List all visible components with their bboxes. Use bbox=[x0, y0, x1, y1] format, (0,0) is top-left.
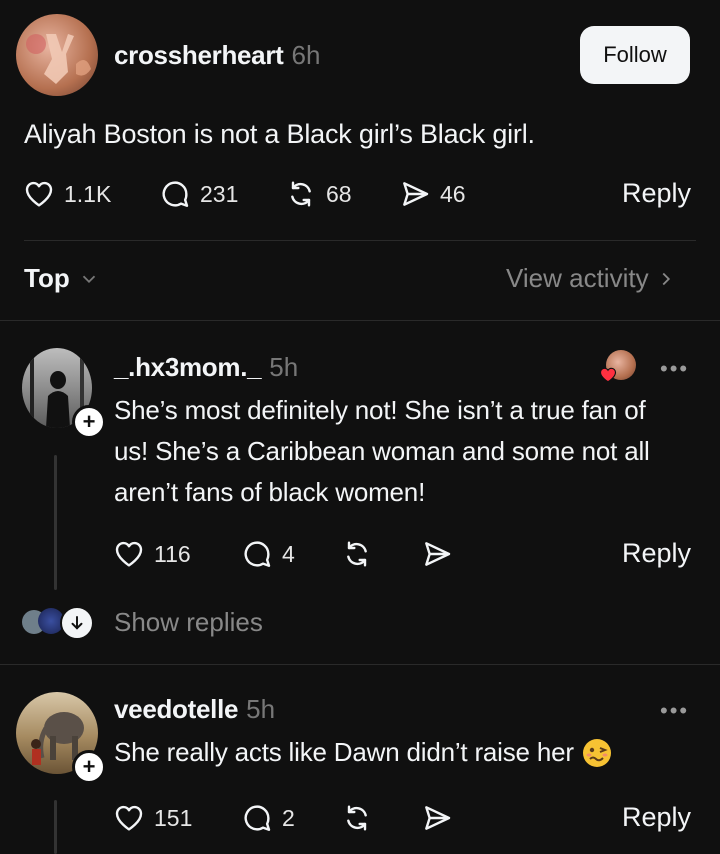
reply-comment-count: 2 bbox=[282, 804, 295, 831]
reply-like-button[interactable]: 116 bbox=[112, 538, 191, 570]
sort-label: Top bbox=[24, 263, 70, 293]
show-replies-button[interactable]: Show replies bbox=[22, 606, 263, 640]
comment-icon bbox=[162, 181, 189, 207]
post-time: 6h bbox=[291, 40, 321, 70]
show-replies-label: Show replies bbox=[114, 606, 263, 637]
reply-time: 5h bbox=[269, 352, 299, 382]
reply-repost-button[interactable] bbox=[340, 538, 374, 570]
post-reply-button[interactable]: Reply bbox=[622, 178, 691, 209]
heart-icon bbox=[115, 541, 143, 567]
repost-icon bbox=[347, 541, 367, 567]
reply-text-line: aren’t fans of black women! bbox=[114, 477, 426, 507]
reply-reply-button[interactable]: Reply bbox=[622, 538, 691, 569]
plus-icon: + bbox=[82, 409, 96, 434]
reply-comment-button[interactable]: 2 bbox=[240, 802, 295, 834]
post-header: crossherheart 6h bbox=[114, 40, 320, 71]
share-icon bbox=[425, 542, 451, 566]
reply-repost-button[interactable] bbox=[340, 802, 374, 834]
heart-icon bbox=[115, 805, 143, 831]
view-activity-link[interactable]: View activity bbox=[506, 263, 677, 294]
heart-icon bbox=[599, 367, 617, 383]
sort-dropdown[interactable]: Top bbox=[24, 263, 100, 294]
post-comment-count: 231 bbox=[200, 180, 239, 207]
share-icon bbox=[403, 182, 429, 206]
repost-icon bbox=[291, 181, 311, 207]
post-repost-count: 68 bbox=[326, 180, 352, 207]
post-share-count: 46 bbox=[440, 180, 466, 207]
post-comment-button[interactable]: 231 bbox=[158, 178, 238, 210]
chevron-right-icon bbox=[662, 272, 670, 285]
reply-share-button[interactable] bbox=[420, 802, 454, 834]
more-icon[interactable]: ••• bbox=[660, 356, 689, 382]
avatar-photo bbox=[26, 34, 91, 84]
post-text: Aliyah Boston is not a Black girl’s Blac… bbox=[24, 119, 535, 149]
post-like-button[interactable]: 1.1K bbox=[22, 178, 111, 210]
reply-header: veedotelle 5h bbox=[114, 694, 275, 725]
heart-icon bbox=[25, 181, 53, 207]
follow-button[interactable]: Follow bbox=[580, 26, 690, 84]
comment-icon bbox=[244, 541, 271, 567]
share-icon bbox=[425, 806, 451, 830]
reply-comment-button[interactable]: 4 bbox=[240, 538, 295, 570]
reply-like-count: 151 bbox=[154, 804, 193, 831]
thread-line bbox=[54, 800, 57, 854]
chevron-down-icon bbox=[82, 275, 95, 283]
reply-like-button[interactable]: 151 bbox=[112, 802, 192, 834]
post-divider bbox=[24, 240, 696, 241]
reply-time: 5h bbox=[246, 694, 276, 724]
reply-text: She’s most definitely not! She isn’t a t… bbox=[114, 390, 704, 513]
post-repost-button[interactable]: 68 bbox=[284, 178, 352, 210]
reply-text-content: She really acts like Dawn didn’t raise h… bbox=[114, 737, 574, 767]
reply-comment-count: 4 bbox=[282, 540, 295, 567]
post-share-button[interactable]: 46 bbox=[398, 178, 466, 210]
post-author-avatar[interactable] bbox=[16, 14, 98, 96]
reply-avatars-stack bbox=[22, 606, 96, 640]
reply-like-count: 116 bbox=[154, 540, 191, 567]
thread-line bbox=[54, 455, 57, 590]
reply-share-button[interactable] bbox=[420, 538, 454, 570]
author-liked-indicator bbox=[598, 350, 638, 386]
post-like-count: 1.1K bbox=[64, 180, 112, 207]
reply-reply-button[interactable]: Reply bbox=[622, 802, 691, 833]
reply-header: _.hx3mom._ 5h bbox=[114, 352, 298, 383]
more-icon[interactable]: ••• bbox=[660, 698, 689, 724]
reply-username[interactable]: veedotelle bbox=[114, 694, 238, 725]
follow-plus-badge[interactable]: + bbox=[72, 750, 106, 784]
comment-icon bbox=[244, 805, 271, 831]
section-divider bbox=[0, 320, 720, 321]
plus-icon: + bbox=[82, 754, 96, 779]
reply-text: She really acts like Dawn didn’t raise h… bbox=[114, 732, 612, 773]
woozy-face-emoji bbox=[582, 738, 612, 768]
repost-icon bbox=[347, 805, 367, 831]
arrow-down-icon bbox=[60, 606, 94, 640]
follow-plus-badge[interactable]: + bbox=[72, 405, 106, 439]
reply-username[interactable]: _.hx3mom._ bbox=[114, 352, 262, 383]
reply-text-line: us! She’s a Caribbean woman and some not… bbox=[114, 436, 650, 466]
post-username[interactable]: crossherheart bbox=[114, 40, 284, 71]
reply-divider bbox=[0, 664, 720, 665]
view-activity-label: View activity bbox=[506, 263, 649, 293]
reply-text-line: She’s most definitely not! She isn’t a t… bbox=[114, 395, 646, 425]
